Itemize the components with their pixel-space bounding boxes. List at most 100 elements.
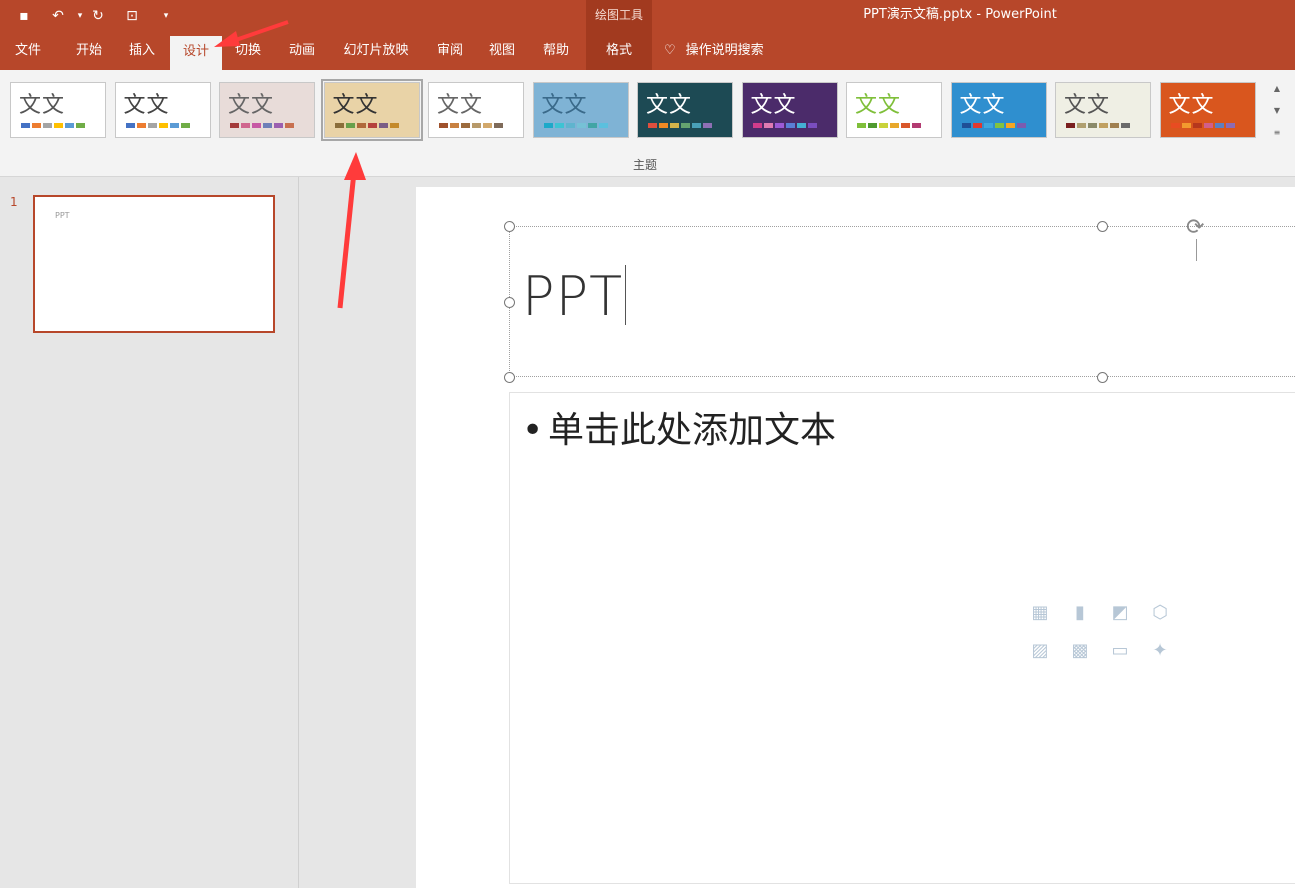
insert-content-icons: ▦ ▮ ◩ ⬡ ▨ ▩ ▭ ✦ [1028, 601, 1188, 663]
undo-dropdown-icon[interactable]: ▾ [70, 7, 90, 25]
title-placeholder[interactable]: ⟳ PPT [504, 215, 1295, 383]
color-swatch [32, 123, 41, 128]
content-placeholder[interactable]: • 单击此处添加文本 ▦ ▮ ◩ ⬡ ▨ ▩ ▭ ✦ [509, 392, 1295, 884]
tab-view[interactable]: 视图 [480, 33, 524, 70]
undo-icon[interactable]: ↶ [48, 7, 68, 25]
theme-thumbnail[interactable]: 文文 [428, 82, 524, 138]
theme-sample-text: 文文 [541, 93, 588, 118]
theme-sample-text: 文文 [19, 93, 66, 118]
tell-me-search[interactable]: ♡ 操作说明搜索 [664, 33, 794, 70]
start-slideshow-icon[interactable]: ⊡ [122, 7, 142, 25]
theme-thumbnail[interactable]: 文文 [320, 79, 423, 141]
theme-thumbnail[interactable]: 文文 [846, 82, 942, 138]
theme-color-swatches [648, 123, 712, 128]
color-swatch [389, 123, 399, 128]
theme-color-swatches [961, 123, 1026, 128]
rotate-handle-icon[interactable]: ⟳ [1186, 215, 1204, 240]
color-swatch [76, 123, 85, 128]
tab-review[interactable]: 审阅 [428, 33, 472, 70]
color-swatch [912, 123, 921, 128]
color-swatch [565, 123, 575, 128]
color-swatch [378, 123, 388, 128]
color-swatch [703, 123, 712, 128]
slide-thumbnail[interactable]: PPT [33, 195, 275, 333]
color-swatch [994, 123, 1004, 128]
video-icon[interactable]: ▭ [1108, 639, 1132, 663]
theme-color-swatches [230, 123, 294, 128]
color-swatch [1214, 123, 1224, 128]
color-swatch [1203, 123, 1213, 128]
tab-file[interactable]: 文件 [6, 33, 50, 70]
color-swatch [961, 123, 971, 128]
tab-format[interactable]: 格式 [586, 33, 652, 70]
save-icon[interactable]: ▪ [14, 7, 34, 25]
resize-handle[interactable] [504, 221, 515, 232]
resize-handle[interactable] [504, 372, 515, 383]
theme-sample-text: 文文 [1168, 93, 1215, 118]
color-swatch [785, 123, 795, 128]
resize-handle[interactable] [504, 297, 515, 308]
icons-icon[interactable]: ✦ [1148, 639, 1172, 663]
table-icon[interactable]: ▦ [1028, 601, 1052, 625]
color-swatch [1088, 123, 1097, 128]
color-swatch [576, 123, 586, 128]
tab-help[interactable]: 帮助 [534, 33, 578, 70]
redo-icon[interactable]: ↻ [88, 7, 108, 25]
theme-sample-text: 文文 [646, 93, 693, 118]
window-title: PPT演示文稿.pptx - PowerPoint [863, 7, 1057, 22]
theme-thumbnail[interactable]: 文文 [741, 82, 838, 138]
theme-thumbnail[interactable]: 文文 [10, 82, 106, 138]
content-placeholder-text[interactable]: • 单击此处添加文本 [522, 401, 836, 453]
color-swatch [367, 123, 377, 128]
resize-handle[interactable] [1097, 372, 1108, 383]
color-swatch [1121, 123, 1130, 128]
bullet: • [522, 410, 544, 451]
theme-thumbnail[interactable]: 文文 [637, 82, 733, 138]
slide-title-text[interactable]: PPT [522, 265, 626, 328]
theme-sample-text: 文文 [750, 93, 797, 118]
color-swatch [587, 123, 597, 128]
color-swatch [439, 123, 448, 128]
theme-thumbnail[interactable]: 文文 [950, 82, 1047, 138]
color-swatch [554, 123, 564, 128]
theme-color-swatches [752, 123, 817, 128]
color-swatch [1110, 123, 1119, 128]
color-swatch [1077, 123, 1086, 128]
color-swatch [648, 123, 657, 128]
theme-thumbnail[interactable]: 文文 [532, 82, 629, 138]
lightbulb-icon: ♡ [664, 43, 676, 58]
theme-sample-text: 文文 [1064, 93, 1111, 118]
color-swatch [334, 123, 344, 128]
resize-handle[interactable] [1097, 221, 1108, 232]
theme-color-swatches [543, 123, 608, 128]
tab-animations[interactable]: 动画 [280, 33, 324, 70]
tab-transitions[interactable]: 切换 [226, 33, 270, 70]
tab-slideshow[interactable]: 幻灯片放映 [334, 33, 418, 70]
color-swatch [450, 123, 459, 128]
theme-color-swatches [334, 123, 399, 128]
color-swatch [472, 123, 481, 128]
color-swatch [796, 123, 806, 128]
tab-insert[interactable]: 插入 [120, 33, 164, 70]
smartart-icon[interactable]: ◩ [1108, 601, 1132, 625]
color-swatch [598, 123, 608, 128]
chart-icon[interactable]: ▮ [1068, 601, 1092, 625]
theme-thumbnail[interactable]: 文文 [114, 82, 211, 138]
theme-thumbnail[interactable]: 文文 [1055, 82, 1151, 138]
online-picture-icon[interactable]: ▩ [1068, 639, 1092, 663]
3d-model-icon[interactable]: ⬡ [1148, 601, 1172, 625]
picture-icon[interactable]: ▨ [1028, 639, 1052, 663]
color-swatch [543, 123, 553, 128]
tab-home[interactable]: 开始 [66, 33, 112, 70]
scroll-down-icon[interactable]: ▼ [1270, 100, 1284, 122]
theme-thumbnail[interactable]: 文文 [219, 82, 315, 138]
customize-qat-icon[interactable]: ▾ [156, 7, 176, 25]
tab-design[interactable]: 设计 [170, 36, 222, 70]
color-swatch [983, 123, 993, 128]
more-icon[interactable]: ≡ [1270, 122, 1284, 144]
theme-thumbnail[interactable]: 文文 [1159, 82, 1256, 138]
group-label-themes: 主题 [632, 158, 657, 172]
slide-canvas[interactable]: ⟳ PPT • 单击此处添加文本 ▦ ▮ ◩ ⬡ ▨ ▩ ▭ ✦ [416, 187, 1295, 888]
scroll-up-icon[interactable]: ▲ [1270, 78, 1284, 100]
color-swatch [274, 123, 283, 128]
